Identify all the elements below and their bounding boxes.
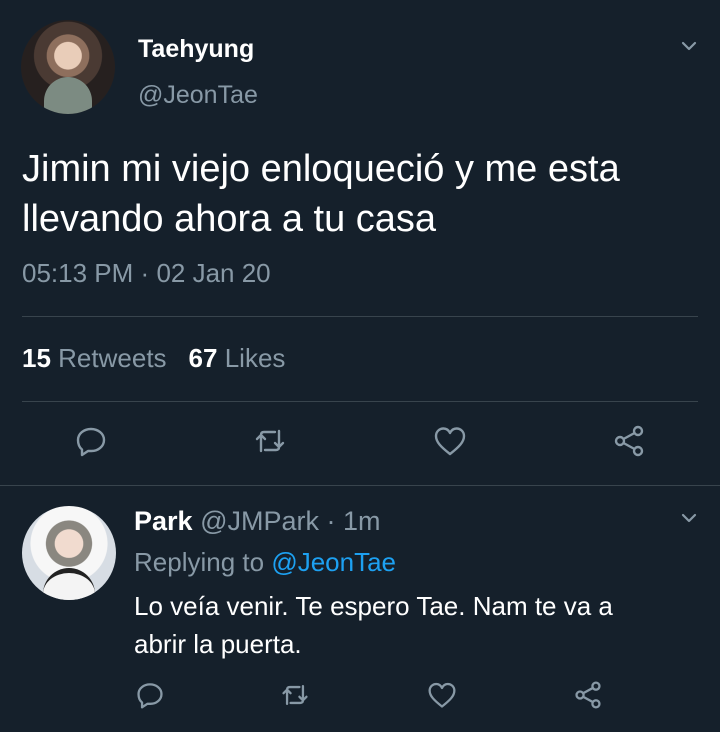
retweets-label: Retweets [58,343,167,373]
author-name[interactable]: Taehyung [138,35,254,64]
tweet-detail-screen: Taehyung @JeonTae Jimin mi viejo enloque… [0,0,720,732]
reply-author-avatar[interactable] [22,506,116,600]
retweets-count: 15 [22,343,51,373]
chevron-down-icon[interactable] [680,37,698,55]
replying-to: Replying to @JeonTae [134,547,396,578]
heart-icon[interactable] [428,419,472,463]
reply-separator: · [326,506,336,536]
replying-to-link[interactable]: @JeonTae [271,547,396,577]
main-tweet: Taehyung @JeonTae Jimin mi viejo enloque… [0,0,720,486]
reply-header: Park @JMPark · 1m [134,506,381,537]
retweet-icon[interactable] [273,673,317,717]
meta-separator: · [140,258,150,288]
retweet-icon[interactable] [248,419,292,463]
chevron-down-icon[interactable] [680,509,698,527]
author-avatar[interactable] [21,20,115,114]
reply-icon[interactable] [69,419,113,463]
reply-author-handle[interactable]: @JMPark [200,506,319,536]
reply-tweet[interactable]: Park @JMPark · 1m Replying to @JeonTae L… [0,487,720,732]
tweet-text: Jimin mi viejo enloqueció y me esta llev… [22,148,620,240]
reply-icon[interactable] [128,673,172,717]
likes-label: Likes [224,343,286,373]
tweet-stats: 15 Retweets 67 Likes [22,343,285,374]
heart-icon[interactable] [420,673,464,717]
likes-stat[interactable]: 67 Likes [189,343,286,373]
share-icon[interactable] [607,419,651,463]
retweets-stat[interactable]: 15 Retweets [22,343,167,373]
likes-count: 67 [188,343,218,373]
author-handle[interactable]: @JeonTae [138,81,258,110]
tweet-date: 02 Jan 20 [156,258,271,288]
divider [22,401,698,402]
reply-text: Lo veía venir. Te espero Tae. Nam te va … [134,591,613,659]
divider [22,316,698,317]
reply-author-name[interactable]: Park [134,506,193,536]
tweet-timestamp: 05:13 PM · 02 Jan 20 [22,258,271,289]
replying-prefix: Replying to [134,547,265,577]
share-icon[interactable] [566,673,610,717]
reply-time: 1m [343,506,381,536]
tweet-time: 05:13 PM [22,258,134,288]
